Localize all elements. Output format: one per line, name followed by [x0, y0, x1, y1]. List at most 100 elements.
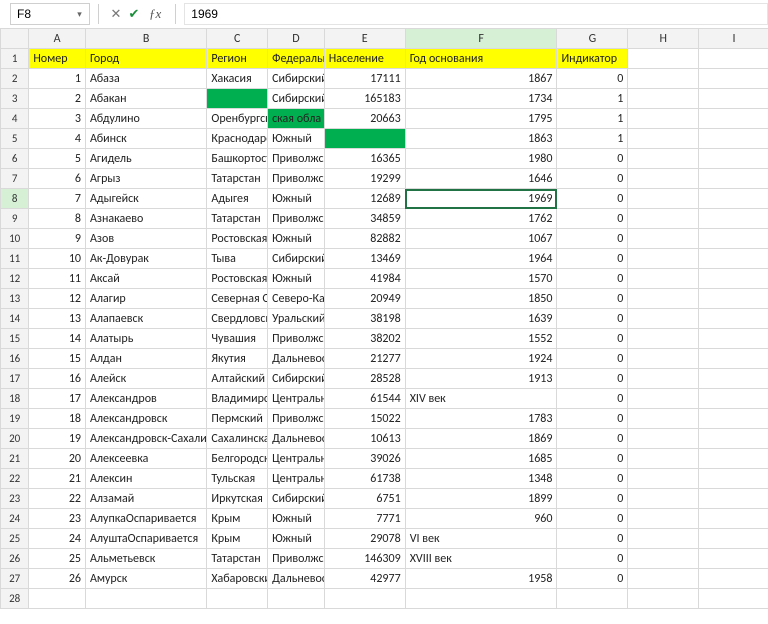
- select-all-corner[interactable]: [1, 29, 29, 49]
- cell[interactable]: Алексеевка: [85, 449, 206, 469]
- row-header[interactable]: 18: [1, 389, 29, 409]
- cell[interactable]: [628, 589, 699, 609]
- cell[interactable]: Белгородская: [207, 449, 268, 469]
- cell[interactable]: [699, 549, 768, 569]
- cell[interactable]: 1348: [405, 469, 557, 489]
- cell[interactable]: [699, 489, 768, 509]
- cell[interactable]: Сибирский: [268, 69, 325, 89]
- cell[interactable]: 1924: [405, 349, 557, 369]
- cell[interactable]: VI век: [405, 529, 557, 549]
- cell[interactable]: Сибирский: [268, 89, 325, 109]
- column-header-D[interactable]: D: [268, 29, 325, 49]
- spreadsheet-grid[interactable]: ABCDEFGHI 1НомерГородРегионФедеральный о…: [0, 28, 768, 624]
- cell[interactable]: 6751: [324, 489, 405, 509]
- row-header[interactable]: 7: [1, 169, 29, 189]
- cell[interactable]: Уральский: [268, 309, 325, 329]
- cell[interactable]: Александровск-Сахалинский: [85, 429, 206, 449]
- cell[interactable]: [628, 249, 699, 269]
- cell[interactable]: Федеральный округ: [268, 49, 325, 69]
- cell[interactable]: [628, 309, 699, 329]
- cell[interactable]: [405, 589, 557, 609]
- cell[interactable]: 11: [29, 269, 86, 289]
- cell[interactable]: 1685: [405, 449, 557, 469]
- cell[interactable]: Приволжский: [268, 549, 325, 569]
- cell[interactable]: [699, 369, 768, 389]
- cell[interactable]: 7771: [324, 509, 405, 529]
- cell[interactable]: [628, 229, 699, 249]
- cell[interactable]: 0: [557, 309, 628, 329]
- cell[interactable]: Сахалинская: [207, 429, 268, 449]
- cell[interactable]: 12: [29, 289, 86, 309]
- cell[interactable]: 0: [557, 529, 628, 549]
- cell[interactable]: Ростовская: [207, 229, 268, 249]
- cell[interactable]: 0: [557, 229, 628, 249]
- cell[interactable]: Татарстан: [207, 549, 268, 569]
- cell[interactable]: 0: [557, 369, 628, 389]
- cell[interactable]: 13: [29, 309, 86, 329]
- cell[interactable]: [699, 589, 768, 609]
- column-header-C[interactable]: C: [207, 29, 268, 49]
- cell[interactable]: 21: [29, 469, 86, 489]
- cell[interactable]: 13469: [324, 249, 405, 269]
- row-header[interactable]: 28: [1, 589, 29, 609]
- cell[interactable]: Южный: [268, 509, 325, 529]
- cell[interactable]: Приволжский: [268, 209, 325, 229]
- cell[interactable]: Пермский: [207, 409, 268, 429]
- cell[interactable]: 34859: [324, 209, 405, 229]
- column-header-G[interactable]: G: [557, 29, 628, 49]
- cell[interactable]: Чувашия: [207, 329, 268, 349]
- cell[interactable]: АлупкаОспаривается: [85, 509, 206, 529]
- cell[interactable]: 17111: [324, 69, 405, 89]
- cell[interactable]: Агрыз: [85, 169, 206, 189]
- cell[interactable]: 1762: [405, 209, 557, 229]
- cell[interactable]: [557, 589, 628, 609]
- cell[interactable]: 1552: [405, 329, 557, 349]
- cell[interactable]: [699, 389, 768, 409]
- cell[interactable]: Алапаевск: [85, 309, 206, 329]
- cell[interactable]: 20949: [324, 289, 405, 309]
- cell[interactable]: 0: [557, 549, 628, 569]
- row-header[interactable]: 5: [1, 129, 29, 149]
- cell[interactable]: Центральный: [268, 449, 325, 469]
- cell[interactable]: Якутия: [207, 349, 268, 369]
- name-box-input[interactable]: [15, 6, 74, 22]
- cell[interactable]: Тыва: [207, 249, 268, 269]
- cell[interactable]: 19: [29, 429, 86, 449]
- cell[interactable]: Северная Осетия: [207, 289, 268, 309]
- cell[interactable]: [324, 589, 405, 609]
- cell[interactable]: Александровск: [85, 409, 206, 429]
- cell[interactable]: 1: [557, 89, 628, 109]
- cell[interactable]: Альметьевск: [85, 549, 206, 569]
- row-header[interactable]: 2: [1, 69, 29, 89]
- cell[interactable]: Южный: [268, 229, 325, 249]
- cell[interactable]: 1067: [405, 229, 557, 249]
- cell[interactable]: 82882: [324, 229, 405, 249]
- cell[interactable]: [207, 589, 268, 609]
- cell[interactable]: [628, 329, 699, 349]
- cell[interactable]: 28528: [324, 369, 405, 389]
- cell[interactable]: [628, 109, 699, 129]
- cell[interactable]: Абаза: [85, 69, 206, 89]
- cell[interactable]: 1646: [405, 169, 557, 189]
- cell[interactable]: Дальневосточный: [268, 349, 325, 369]
- cell[interactable]: Алексин: [85, 469, 206, 489]
- cell[interactable]: Алзамай: [85, 489, 206, 509]
- cell[interactable]: 23: [29, 509, 86, 529]
- cell[interactable]: [628, 389, 699, 409]
- cell[interactable]: 21277: [324, 349, 405, 369]
- cell[interactable]: Хакасия: [207, 69, 268, 89]
- row-header[interactable]: 25: [1, 529, 29, 549]
- cell[interactable]: [699, 69, 768, 89]
- cell[interactable]: Центральный: [268, 469, 325, 489]
- row-header[interactable]: 21: [1, 449, 29, 469]
- cell[interactable]: Номер: [29, 49, 86, 69]
- cell[interactable]: 25: [29, 549, 86, 569]
- cell[interactable]: Хабаровский: [207, 569, 268, 589]
- cell[interactable]: [699, 149, 768, 169]
- cell[interactable]: 1: [29, 69, 86, 89]
- cell[interactable]: [699, 229, 768, 249]
- cell[interactable]: [628, 429, 699, 449]
- column-header-H[interactable]: H: [628, 29, 699, 49]
- cell[interactable]: Ак-Довурак: [85, 249, 206, 269]
- cell[interactable]: 1863: [405, 129, 557, 149]
